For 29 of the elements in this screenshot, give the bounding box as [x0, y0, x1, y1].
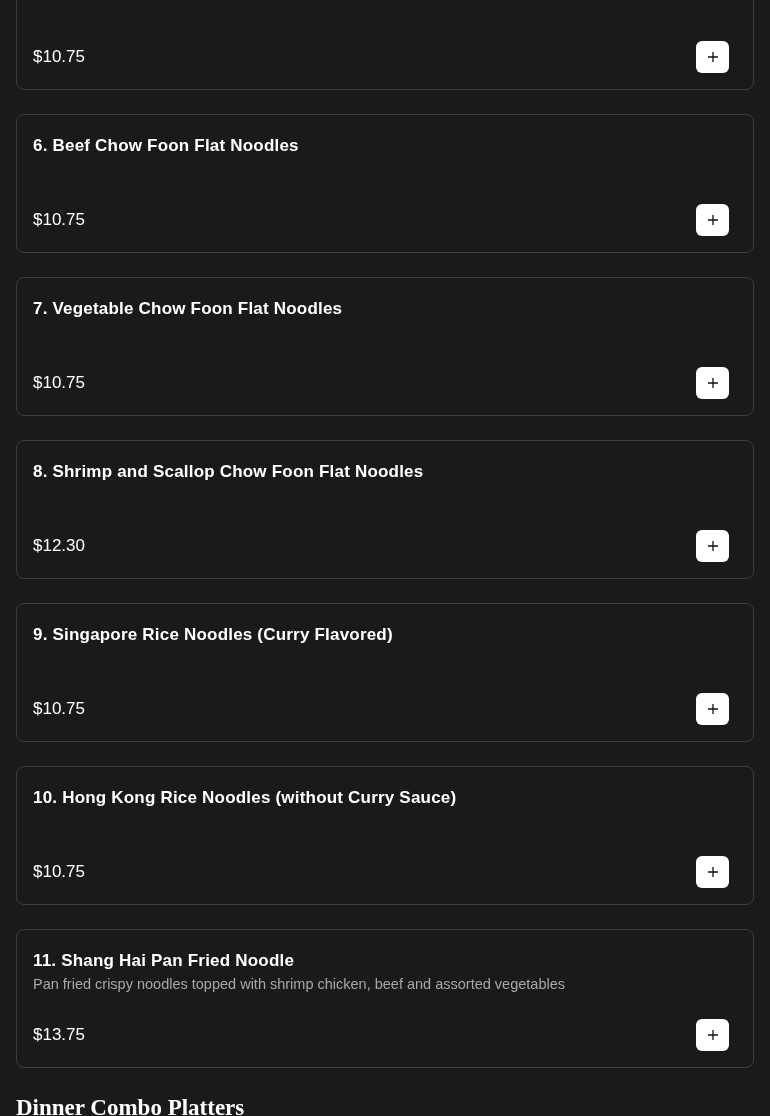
section-heading: Dinner Combo Platters [16, 1095, 245, 1116]
item-price: $13.75 [33, 1024, 85, 1047]
plus-icon [706, 214, 719, 226]
item-price: $12.30 [33, 535, 85, 558]
item-price: $10.75 [33, 372, 85, 395]
add-button[interactable] [696, 1019, 729, 1051]
add-button[interactable] [696, 367, 729, 399]
add-button[interactable] [696, 693, 729, 725]
plus-icon [706, 51, 719, 63]
add-button[interactable] [696, 530, 729, 562]
plus-icon [706, 866, 719, 878]
item-title: 9. Singapore Rice Noodles (Curry Flavored) [33, 624, 393, 647]
item-title: 6. Beef Chow Foon Flat Noodles [33, 135, 299, 158]
plus-icon [706, 1029, 719, 1041]
add-button[interactable] [696, 856, 729, 888]
plus-icon [706, 540, 719, 552]
item-price: $10.75 [33, 698, 85, 721]
item-price: $10.75 [33, 46, 85, 69]
item-title: 10. Hong Kong Rice Noodles (without Curry Sauce) [33, 787, 457, 810]
item-price: $10.75 [33, 209, 85, 232]
item-title: 8. Shrimp and Scallop Chow Foon Flat Noodles [33, 461, 424, 484]
item-price: $10.75 [33, 861, 85, 884]
add-button[interactable] [696, 204, 729, 236]
plus-icon [706, 703, 719, 715]
item-title: 7. Vegetable Chow Foon Flat Noodles [33, 298, 343, 321]
add-button[interactable] [696, 41, 729, 73]
plus-icon [706, 377, 719, 389]
item-description: Pan fried crispy noodles topped with shrimp chicken, beef and assorted vegetables [33, 975, 565, 995]
item-title: 11. Shang Hai Pan Fried Noodle [33, 950, 295, 973]
